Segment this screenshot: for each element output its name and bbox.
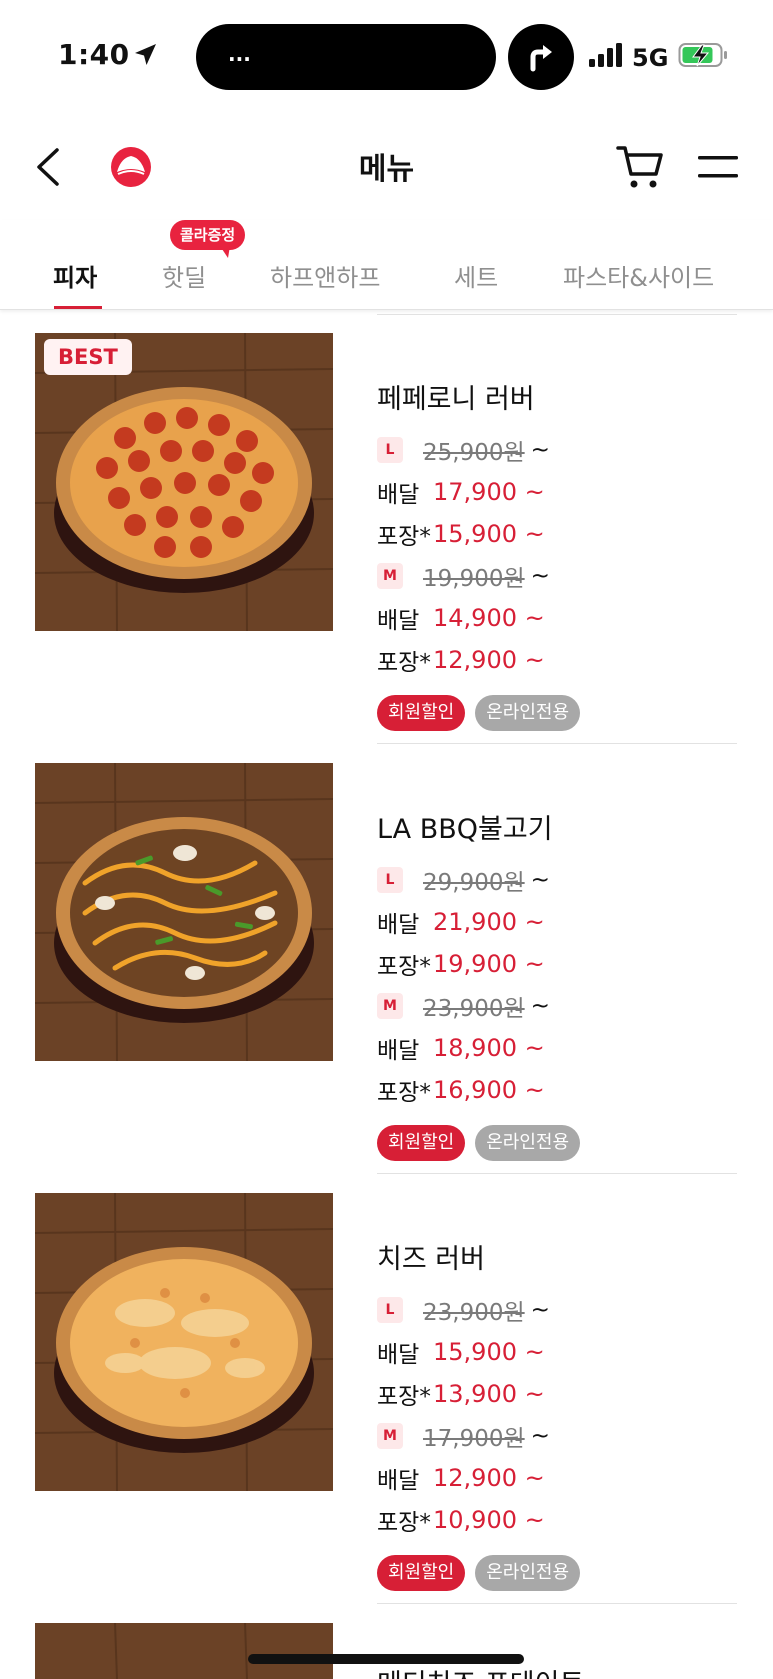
original-price: 25,900원 xyxy=(423,440,525,466)
original-price: 29,900원 xyxy=(423,870,525,896)
member-discount-tag: 회원할인 xyxy=(377,1125,466,1161)
original-price: 23,900원 xyxy=(423,1300,525,1326)
promo-badge-tail xyxy=(220,246,230,258)
tab-half-and-half[interactable]: 하프앤하프 xyxy=(270,258,380,293)
next-pizza-image[interactable] xyxy=(35,1623,333,1679)
pepperoni-pizza-image[interactable] xyxy=(35,333,333,631)
tab-set[interactable]: 세트 xyxy=(454,258,498,293)
delivery-label: 배달 xyxy=(377,608,420,634)
online-only-tag: 온라인전용 xyxy=(475,695,581,731)
product-name[interactable]: 페페로니 러버 xyxy=(377,377,535,416)
tilde: ~ xyxy=(530,1423,550,1449)
price-block: L 23,900원 ~ 배달 15,900 ~ 포장* 13,900 ~ M 17,900… xyxy=(377,1289,737,1541)
takeout-price: 15,900 ~ xyxy=(433,520,545,548)
network-type: 5G xyxy=(632,44,669,72)
takeout-label: 포장* xyxy=(377,1510,431,1536)
cheese-pizza-image[interactable] xyxy=(35,1193,333,1491)
tilde: ~ xyxy=(530,563,550,589)
takeout-label: 포장* xyxy=(377,1384,431,1410)
delivery-price: 14,900 ~ xyxy=(433,604,545,632)
delivery-label: 배달 xyxy=(377,1468,420,1494)
category-tabs: 피자 핫딜 콜라증정 하프앤하프 세트 파스타&사이드 xyxy=(0,220,773,310)
product-card[interactable]: LA BBQ불고기 L 29,900원 ~ 배달 21,900 ~ 포장* 19,900… xyxy=(0,763,773,1193)
size-chip-large: L xyxy=(377,867,403,893)
delivery-label: 배달 xyxy=(377,482,420,508)
takeout-price: 13,900 ~ xyxy=(433,1380,545,1408)
product-name[interactable]: LA BBQ불고기 xyxy=(377,807,553,846)
delivery-label: 배달 xyxy=(377,1038,420,1064)
delivery-price: 15,900 ~ xyxy=(433,1338,545,1366)
tilde: ~ xyxy=(530,867,550,893)
tag-row: 회원할인 온라인전용 xyxy=(377,1125,581,1161)
online-only-tag: 온라인전용 xyxy=(475,1555,581,1591)
location-arrow-icon xyxy=(135,44,156,65)
product-card[interactable]: BEST 페페로니 러버 L 25,900원 ~ 배달 17,900 ~ 포장* 15,… xyxy=(0,333,773,763)
active-tab-indicator xyxy=(54,306,102,309)
divider xyxy=(377,743,737,744)
takeout-label: 포장* xyxy=(377,524,431,550)
product-name[interactable]: 메디치즈 포테이토 xyxy=(377,1662,584,1679)
back-chevron-icon xyxy=(37,148,59,186)
size-chip-medium: M xyxy=(377,993,403,1019)
product-name[interactable]: 치즈 러버 xyxy=(377,1237,485,1276)
battery-charging-icon xyxy=(678,43,727,67)
turn-right-arrow-icon[interactable] xyxy=(508,24,574,90)
promo-badge: 콜라증정 xyxy=(170,220,246,250)
home-indicator[interactable] xyxy=(248,1654,524,1664)
delivery-price: 21,900 ~ xyxy=(433,908,545,936)
cart-icon[interactable] xyxy=(614,140,666,192)
price-block: L 29,900원 ~ 배달 21,900 ~ 포장* 19,900 ~ M 23,900… xyxy=(377,859,737,1111)
delivery-price: 12,900 ~ xyxy=(433,1464,545,1492)
signal-icon xyxy=(589,43,622,67)
delivery-label: 배달 xyxy=(377,912,420,938)
app-header: 메뉴 xyxy=(0,128,773,208)
status-time: 1:40 xyxy=(58,38,130,71)
takeout-label: 포장* xyxy=(377,954,431,980)
online-only-tag: 온라인전용 xyxy=(475,1125,581,1161)
island-activity-text: ... xyxy=(228,42,251,66)
original-price: 19,900원 xyxy=(423,566,525,592)
tab-pizza[interactable]: 피자 xyxy=(53,258,97,293)
divider xyxy=(377,314,737,315)
dynamic-island[interactable]: ... xyxy=(196,24,496,90)
takeout-label: 포장* xyxy=(377,650,431,676)
tilde: ~ xyxy=(530,437,550,463)
tag-row: 회원할인 온라인전용 xyxy=(377,1555,581,1591)
tab-hot-deal[interactable]: 핫딜 xyxy=(162,258,206,293)
bulgogi-pizza-image[interactable] xyxy=(35,763,333,1061)
hamburger-menu-icon[interactable] xyxy=(696,152,740,182)
size-chip-large: L xyxy=(377,1297,403,1323)
delivery-price: 18,900 ~ xyxy=(433,1034,545,1062)
takeout-price: 16,900 ~ xyxy=(433,1076,545,1104)
original-price: 17,900원 xyxy=(423,1426,525,1452)
product-card[interactable]: 치즈 러버 L 23,900원 ~ 배달 15,900 ~ 포장* 13,900 ~ M… xyxy=(0,1193,773,1623)
tilde: ~ xyxy=(530,1297,550,1323)
best-badge: BEST xyxy=(44,339,132,375)
tilde: ~ xyxy=(530,993,550,1019)
delivery-label: 배달 xyxy=(377,1342,420,1368)
price-block: L 25,900원 ~ 배달 17,900 ~ 포장* 15,900 ~ M 19,900… xyxy=(377,429,737,681)
back-button[interactable] xyxy=(28,142,68,192)
member-discount-tag: 회원할인 xyxy=(377,1555,466,1591)
size-chip-large: L xyxy=(377,437,403,463)
takeout-price: 19,900 ~ xyxy=(433,950,545,978)
original-price: 23,900원 xyxy=(423,996,525,1022)
tab-pasta-side[interactable]: 파스타&사이드 xyxy=(563,258,714,293)
takeout-price: 10,900 ~ xyxy=(433,1506,545,1534)
delivery-price: 17,900 ~ xyxy=(433,478,545,506)
takeout-label: 포장* xyxy=(377,1080,431,1106)
status-bar: 1:40 ... 5G xyxy=(0,0,773,112)
pizza-hut-logo-icon[interactable] xyxy=(110,146,152,188)
divider xyxy=(377,1173,737,1174)
divider xyxy=(377,1603,737,1604)
takeout-price: 12,900 ~ xyxy=(433,646,545,674)
member-discount-tag: 회원할인 xyxy=(377,695,466,731)
size-chip-medium: M xyxy=(377,563,403,589)
tag-row: 회원할인 온라인전용 xyxy=(377,695,581,731)
size-chip-medium: M xyxy=(377,1423,403,1449)
